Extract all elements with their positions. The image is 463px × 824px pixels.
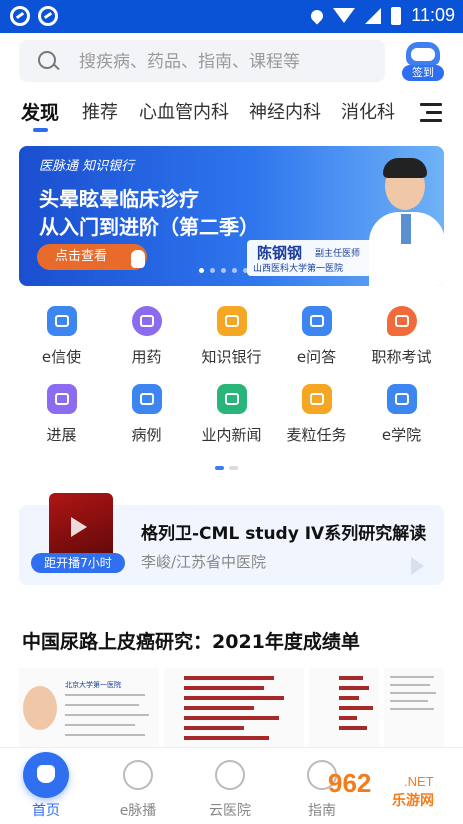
tab-menu-icon[interactable] [420, 103, 442, 123]
medical-cross-icon [131, 384, 162, 414]
location-icon [308, 7, 326, 24]
entry-label: 麦粒任务 [286, 426, 347, 444]
entry-label: 知识银行 [201, 348, 262, 366]
entry-progress[interactable]: 进展 [19, 384, 104, 445]
nav-home[interactable]: 首页 [0, 748, 92, 824]
tab-discover[interactable]: 发现 [21, 98, 59, 125]
pen-icon [386, 306, 417, 336]
notification-icons [10, 6, 58, 26]
entry-cases[interactable]: 病例 [104, 384, 189, 445]
tab-neurology[interactable]: 神经内科 [249, 98, 321, 124]
live-countdown-badge: 距开播7小时 [31, 553, 125, 573]
entry-label: e信使 [41, 348, 82, 366]
tab-recommend[interactable]: 推荐 [82, 98, 118, 124]
search-input[interactable] [77, 48, 371, 76]
play-circle-icon [123, 760, 153, 790]
live-speaker: 李峻/江苏省中医院 [141, 553, 267, 571]
nav-label: e脉播 [119, 803, 157, 819]
robot-face [411, 48, 435, 61]
article-image-4 [384, 668, 444, 748]
mail-icon [46, 306, 77, 336]
pill-icon [131, 306, 162, 336]
tab-gastroenterology[interactable]: 消化科 [341, 98, 395, 124]
search-box[interactable] [19, 40, 385, 82]
signin-label: 签到 [402, 65, 444, 81]
tab-cardiology[interactable]: 心血管内科 [139, 98, 229, 124]
grid-pagination [215, 466, 238, 470]
entry-label: 用药 [131, 348, 162, 366]
watermark-domain: .NET [404, 774, 434, 789]
battery-icon [391, 6, 402, 25]
checklist-icon [301, 384, 332, 414]
entry-e-messenger[interactable]: e信使 [19, 306, 104, 367]
pointer-hand-icon [131, 250, 145, 268]
play-icon [71, 517, 87, 537]
live-broadcast-card[interactable]: 距开播7小时 格列卫-CML study IV系列研究解读 李峻/江苏省中医院 [19, 493, 444, 585]
article-image-1: 北京大学第一医院 [19, 668, 159, 748]
entry-e-qa[interactable]: e问答 [274, 306, 359, 367]
doctor-photo [369, 156, 444, 286]
wifi-icon [333, 8, 356, 23]
card-icon [216, 306, 247, 336]
article-thumb-header: 北京大学第一医院 [65, 681, 121, 689]
site-watermark: 962 .NET 乐游网 [328, 768, 460, 812]
app-notification-icon [10, 6, 30, 26]
doctor-hospital: 山西医科大学第一医院 [253, 264, 344, 274]
article-image-2 [164, 668, 304, 748]
status-bar: 11:09 [0, 0, 463, 33]
live-title: 格列卫-CML study IV系列研究解读 [141, 524, 427, 544]
play-arrow-icon [411, 557, 424, 575]
cloud-icon [215, 760, 245, 790]
active-tab-indicator [33, 128, 48, 132]
document-icon [46, 384, 77, 414]
watermark-number: 962 [328, 768, 372, 798]
news-icon [216, 384, 247, 414]
signin-button[interactable]: 签到 [400, 38, 446, 84]
entry-label: 进展 [46, 426, 77, 444]
status-time: 11:09 [411, 5, 455, 25]
banner-headline-1: 头晕眩晕临床诊疗 [39, 187, 199, 211]
home-icon [23, 752, 69, 798]
entry-industry-news[interactable]: 业内新闻 [189, 384, 274, 445]
doctor-nameplate: 陈钢钢 副主任医师 山西医科大学第一医院 [247, 240, 375, 276]
entry-label: e问答 [296, 348, 337, 366]
status-indicators: 11:09 [308, 5, 455, 26]
search-row: 签到 [0, 33, 463, 89]
doctor-thumb [23, 686, 57, 730]
nav-label: 首页 [32, 803, 60, 819]
entry-e-academy[interactable]: e学院 [359, 384, 444, 445]
profile-icon [301, 306, 332, 336]
entry-medication[interactable]: 用药 [104, 306, 189, 367]
banner-headline-2: 从入门到进阶（第二季） [39, 215, 259, 239]
article-image-3 [309, 668, 379, 748]
banner-brand: 医脉通 知识银行 [39, 159, 135, 174]
article-images[interactable]: 北京大学第一医院 [19, 668, 444, 748]
entry-label: 业内新闻 [201, 426, 262, 444]
category-tabs: 发现 推荐 心血管内科 神经内科 消化科 [0, 89, 463, 137]
doctor-title: 副主任医师 [315, 249, 361, 259]
watermark-text: 乐游网 [392, 793, 434, 809]
nav-label: 云医院 [209, 803, 251, 819]
academy-icon [386, 384, 417, 414]
quick-entry-grid: e信使 用药 知识银行 e问答 职称考试 进展 病例 业内新闻 麦粒任务 e学院 [19, 300, 444, 450]
app-notification-icon-2 [38, 6, 58, 26]
article-title[interactable]: 中国尿路上皮癌研究：2021年度成绩单 [22, 627, 360, 654]
entry-title-exam[interactable]: 职称考试 [359, 306, 444, 367]
entry-maili-tasks[interactable]: 麦粒任务 [274, 384, 359, 445]
nav-cloud-hospital[interactable]: 云医院 [184, 748, 276, 824]
entry-label: e学院 [381, 426, 422, 444]
banner-pagination [199, 268, 248, 273]
cell-signal-icon [365, 7, 382, 24]
entry-knowledge-bank[interactable]: 知识银行 [189, 306, 274, 367]
entry-label: 病例 [131, 426, 162, 444]
entry-label: 职称考试 [371, 348, 432, 366]
search-icon [38, 51, 56, 69]
doctor-name: 陈钢钢 [257, 244, 303, 262]
nav-e-broadcast[interactable]: e脉播 [92, 748, 184, 824]
promo-banner[interactable]: 医脉通 知识银行 头晕眩晕临床诊疗 从入门到进阶（第二季） 点击查看 陈钢钢 副… [19, 146, 444, 286]
